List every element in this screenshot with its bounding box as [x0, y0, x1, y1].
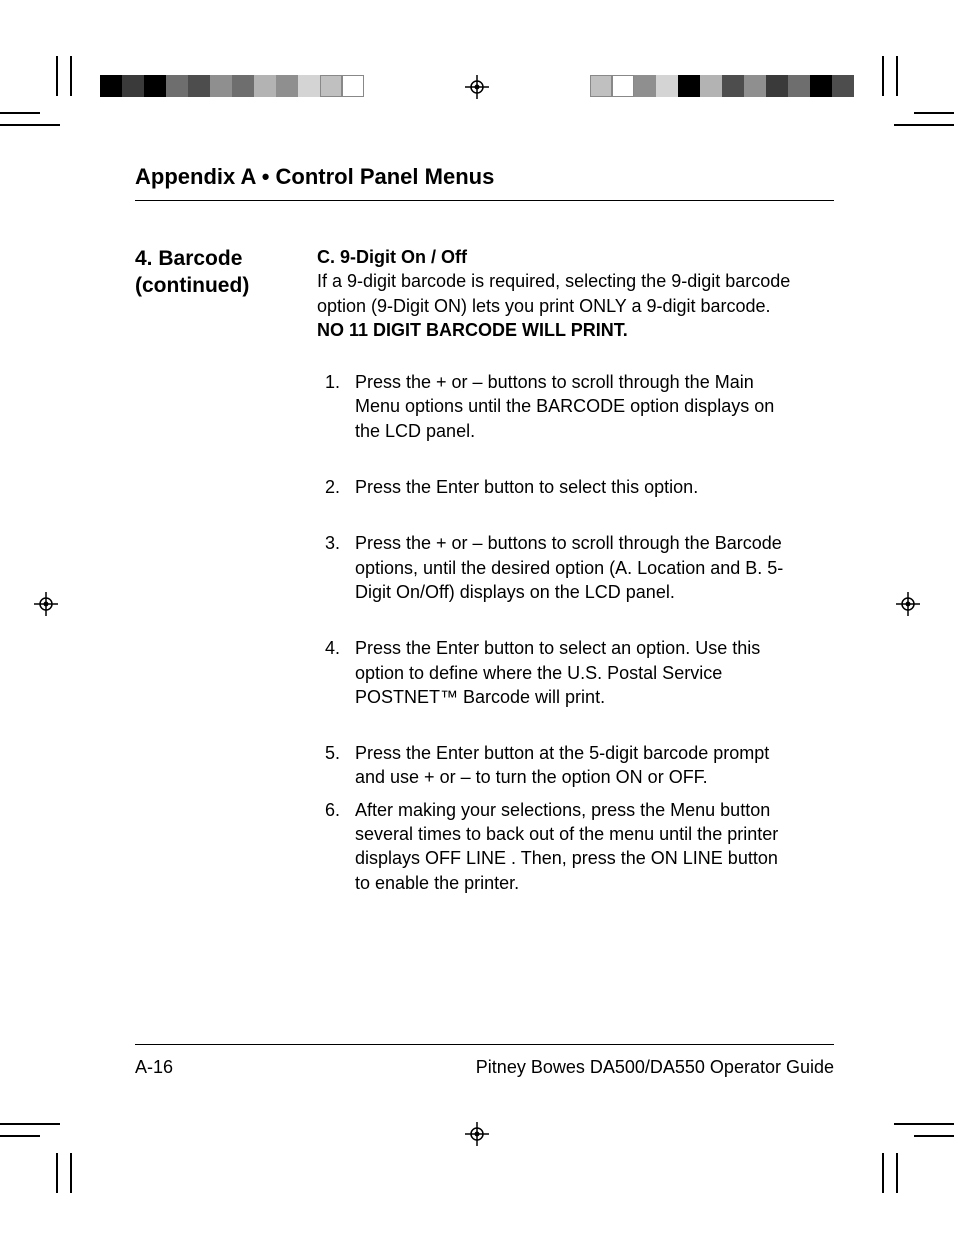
intro-paragraph: If a 9-digit barcode is required, select…: [317, 269, 792, 342]
step-item: Press the Enter button at the 5-digit ba…: [345, 741, 792, 790]
intro-bold-warning: NO 11 DIGIT BARCODE WILL PRINT.: [317, 320, 628, 340]
intro-text: If a 9-digit barcode is required, select…: [317, 271, 790, 315]
footer-guide-title: Pitney Bowes DA500/DA550 Operator Guide: [476, 1057, 834, 1078]
crop-mark: [70, 1153, 72, 1193]
crop-mark: [896, 1153, 898, 1193]
page-footer: A-16 Pitney Bowes DA500/DA550 Operator G…: [135, 1044, 834, 1078]
crop-mark: [882, 1153, 884, 1193]
section-side-heading: 4. Barcode (continued): [135, 245, 305, 300]
crop-mark: [0, 1135, 40, 1137]
registration-target-icon: [34, 592, 58, 621]
body-column: C. 9-Digit On / Off If a 9-digit barcode…: [317, 245, 792, 895]
step-item: Press the Enter button to select an opti…: [345, 636, 792, 709]
step-item: Press the Enter button to select this op…: [345, 475, 792, 499]
step-item: After making your selections, press the …: [345, 798, 792, 895]
crop-mark: [914, 1135, 954, 1137]
side-heading-line1: 4. Barcode: [135, 245, 305, 272]
registration-target-icon: [465, 75, 489, 104]
step-item: Press the + or – buttons to scroll throu…: [345, 370, 792, 443]
crop-mark: [0, 1123, 60, 1125]
registration-target-icon: [896, 592, 920, 621]
side-heading-line2: (continued): [135, 272, 305, 299]
crop-mark: [896, 56, 898, 96]
crop-mark: [894, 124, 954, 126]
step-list: Press the + or – buttons to scroll throu…: [345, 370, 792, 895]
page-header: Appendix A • Control Panel Menus: [135, 164, 834, 209]
crop-mark: [0, 124, 60, 126]
subsection-heading: C. 9-Digit On / Off: [317, 245, 792, 269]
registration-target-icon: [465, 1122, 489, 1151]
page-number: A-16: [135, 1057, 173, 1078]
header-rule: [135, 200, 834, 201]
crop-mark: [56, 56, 58, 96]
crop-mark: [882, 56, 884, 96]
document-page: Appendix A • Control Panel Menus 4. Barc…: [0, 0, 954, 1235]
crop-mark: [894, 1123, 954, 1125]
header-title: Appendix A • Control Panel Menus: [135, 164, 834, 190]
printer-color-bar-right: [590, 75, 854, 97]
footer-rule: [135, 1044, 834, 1045]
crop-mark: [70, 56, 72, 96]
crop-mark: [56, 1153, 58, 1193]
step-item: Press the + or – buttons to scroll throu…: [345, 531, 792, 604]
crop-mark: [914, 112, 954, 114]
crop-mark: [0, 112, 40, 114]
printer-color-bar-left: [100, 75, 364, 97]
